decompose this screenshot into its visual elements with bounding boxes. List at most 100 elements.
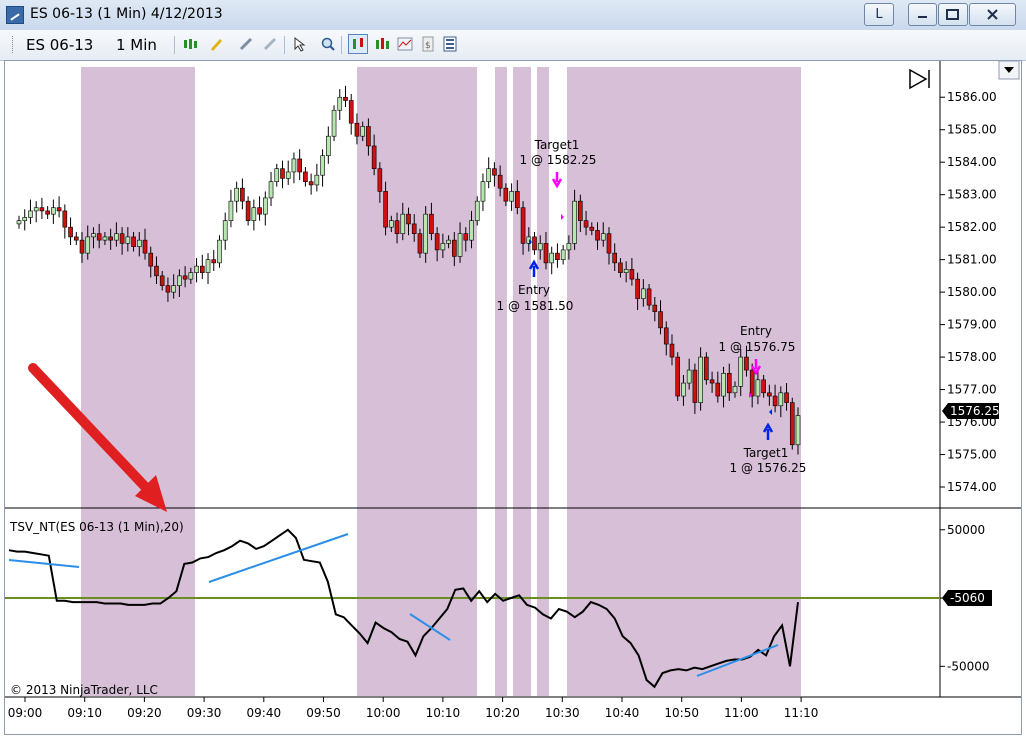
candle-body [114, 233, 119, 241]
time-axis: 09:00 09:10 09:20 09:30 09:40 09:50 10:00 10:10… [8, 697, 819, 720]
candle-body [268, 181, 274, 199]
toolbar-grip[interactable] [12, 36, 16, 53]
candle-body [371, 145, 377, 169]
candle-body [228, 200, 234, 221]
candle-body [222, 220, 228, 241]
price-tick-label: 1581.00 [947, 253, 997, 267]
cursor-icon[interactable] [292, 36, 308, 52]
candle-body [400, 213, 406, 234]
candle-body [669, 343, 675, 358]
candle-body [51, 207, 56, 215]
indicator-tick-label: -50000 [947, 659, 990, 673]
instrument-selector[interactable]: ES 06-13 [26, 36, 93, 54]
candle-body [492, 168, 497, 176]
candle-body [623, 269, 629, 273]
zoom-in-icon[interactable] [238, 36, 254, 52]
candle-body [515, 191, 520, 208]
indicator-value-badge: -5060 [942, 590, 992, 606]
scroll-to-end-icon[interactable] [909, 68, 930, 90]
chart-menu-dropdown[interactable] [998, 60, 1020, 80]
minimize-icon [918, 16, 927, 18]
annotation-label: Entry [740, 324, 772, 338]
candle-body [131, 236, 136, 247]
candle-body [102, 236, 108, 241]
candle-body [177, 275, 182, 286]
candle-body [686, 369, 692, 384]
bar-style-icon[interactable] [182, 36, 198, 52]
candle-body [366, 126, 371, 147]
drawing-pencil-icon[interactable] [208, 36, 224, 52]
candle-body [348, 100, 354, 124]
candle-body [698, 356, 703, 403]
candle-body [503, 187, 509, 202]
toolbar-separator [174, 36, 175, 54]
candle-body [240, 187, 245, 202]
zoom-out-icon[interactable] [262, 36, 278, 52]
exit-tick-icon [561, 214, 564, 220]
candle-body [280, 168, 285, 179]
link-button[interactable]: L [864, 3, 894, 26]
candle-body [85, 236, 91, 254]
candle-body [291, 158, 297, 173]
minimize-button[interactable] [908, 3, 937, 26]
price-tick-label: 1578.00 [947, 350, 997, 364]
candle-body [452, 239, 457, 257]
candle-body [795, 415, 801, 446]
candle-body [245, 200, 251, 221]
candle-body [383, 191, 388, 228]
candle-body [308, 181, 314, 186]
price-tick-label: 1579.00 [947, 318, 997, 332]
candle-body [732, 386, 738, 394]
candle-body [457, 233, 463, 257]
candle-body [749, 369, 755, 397]
time-tick-label: 11:10 [784, 706, 819, 720]
candle-body [182, 275, 188, 280]
candle-body [543, 243, 549, 264]
close-button[interactable] [969, 3, 1016, 26]
chart-svg[interactable]: 1586.00 1585.00 1584.00 1583.00 1582.00 1581.… [5, 60, 1021, 734]
candle-body [560, 249, 566, 260]
price-tick-label: 1583.00 [947, 188, 997, 202]
strategies-icon[interactable] [374, 36, 390, 52]
current-price-value: 1576.25 [950, 404, 1000, 418]
annotation-label: Target1 [534, 138, 580, 152]
candle-body [62, 210, 68, 228]
candle-body [154, 265, 159, 277]
trend-line[interactable] [208, 533, 349, 583]
indicator-label: TSV_NT(ES 06-13 (1 Min),20) [9, 520, 184, 534]
candle-body [578, 200, 583, 221]
candle-body [303, 171, 308, 182]
time-tick-label: 11:00 [724, 706, 759, 720]
properties-icon[interactable] [442, 36, 458, 52]
magnify-icon[interactable] [320, 36, 336, 52]
chart-window: ES 06-13 (1 Min) 4/12/2013 L ES 06-13 1 … [0, 0, 1026, 738]
candle-body [205, 259, 211, 273]
indicators-icon[interactable] [397, 36, 413, 52]
time-tick-label: 10:10 [426, 706, 461, 720]
annotation-value: 1 @ 1576.75 [719, 340, 796, 354]
maximize-button[interactable] [938, 3, 968, 26]
candle-body [423, 213, 428, 254]
candle-body [469, 220, 474, 241]
indicator-current-value: -5060 [950, 591, 985, 605]
interval-selector[interactable]: 1 Min [116, 36, 157, 54]
price-tick-label: 1574.00 [947, 480, 997, 494]
chart-trader-icon[interactable] [348, 34, 368, 54]
time-tick-label: 09:00 [8, 706, 43, 720]
candle-body [589, 226, 595, 231]
data-box-icon[interactable]: $ [420, 36, 436, 52]
chart-area[interactable]: 1586.00 1585.00 1584.00 1583.00 1582.00 1581.… [4, 60, 1022, 735]
candle-body [738, 356, 744, 387]
candle-body [91, 233, 96, 238]
candle-body [73, 236, 79, 241]
time-tick-label: 09:50 [306, 706, 341, 720]
candle-body [595, 230, 600, 241]
candle-body [417, 233, 423, 254]
title-bar[interactable]: ES 06-13 (1 Min) 4/12/2013 L [0, 0, 1026, 31]
trend-line[interactable] [8, 559, 80, 568]
candle-body [463, 233, 469, 241]
candle-body [721, 373, 726, 397]
price-tick-label: 1584.00 [947, 155, 997, 169]
time-tick-label: 10:40 [605, 706, 640, 720]
candle-body [320, 155, 325, 176]
